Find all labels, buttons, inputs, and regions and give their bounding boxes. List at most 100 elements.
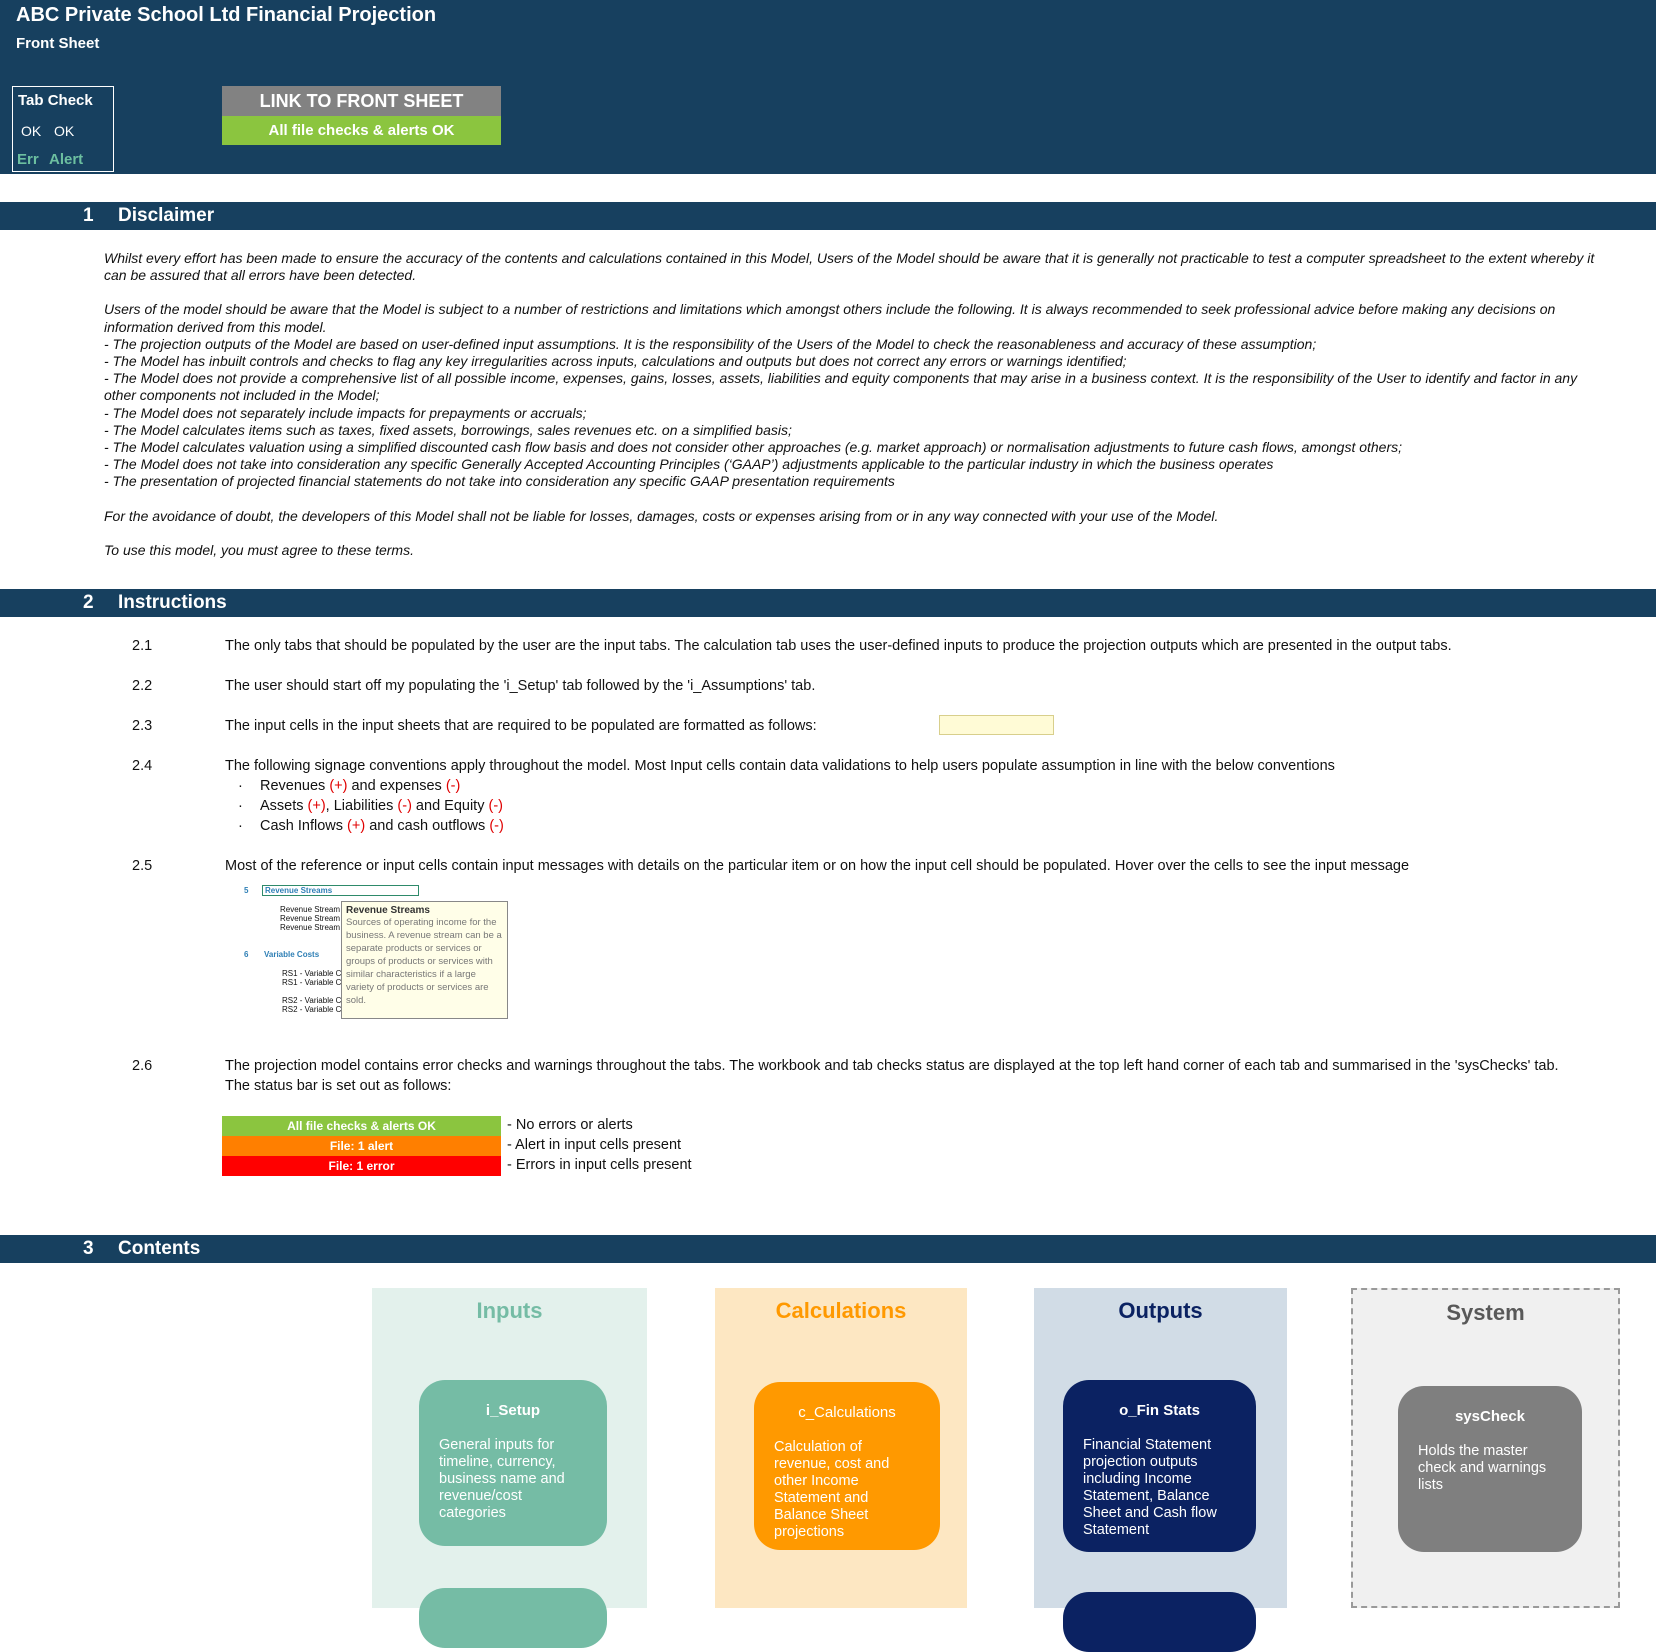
status-legend-ok: All file checks & alerts OK: [222, 1116, 501, 1136]
section-header-contents: 3 Contents: [0, 1235, 1656, 1263]
instruction-text: The following signage conventions apply …: [225, 758, 1335, 774]
convention-item: · Assets (+), Liabilities (-) and Equity …: [238, 798, 503, 814]
cell-label: RS1 - Variable C: [282, 969, 342, 978]
card-description: Financial Statement projection outputs i…: [1083, 1437, 1217, 1538]
disclaimer-bullet: - The Model does not take into considera…: [104, 456, 1274, 473]
input-cell-format-sample[interactable]: [939, 715, 1054, 735]
card-syscheck[interactable]: sysCheck Holds the master check and warn…: [1398, 1386, 1582, 1552]
sign-negative: (-): [397, 798, 412, 814]
instruction-text: The user should start off my populating …: [225, 678, 816, 694]
card-o-fin-stats[interactable]: o_Fin Stats Financial Statement projecti…: [1063, 1380, 1256, 1552]
status-legend-desc: - Alert in input cells present: [507, 1137, 682, 1153]
row-number: 6: [244, 950, 249, 959]
section-label: Contents: [118, 1238, 201, 1259]
instruction-text: Most of the reference or input cells con…: [225, 858, 1410, 874]
section-header-disclaimer: 1 Disclaimer: [0, 202, 1656, 230]
card-title: i_Setup: [485, 1402, 541, 1419]
section-number: 1: [83, 205, 94, 226]
convention-text: and expenses: [347, 778, 446, 794]
instruction-number: 2.2: [132, 678, 153, 694]
instruction-text: The projection model contains error chec…: [225, 1058, 1559, 1074]
cell-label: RS1 - Variable C: [282, 978, 342, 987]
card-c-calculations[interactable]: c_Calculations Calculation of revenue, c…: [754, 1382, 940, 1550]
bullet-dot: ·: [238, 778, 243, 794]
tab-check-ok-1: OK: [21, 123, 42, 139]
tab-check-ok-2: OK: [54, 123, 75, 139]
disclaimer-bullet: - The Model does not separately include …: [104, 404, 587, 421]
tab-check-alert: Alert: [49, 151, 84, 168]
card-description: General inputs for timeline, currency, b…: [439, 1437, 565, 1521]
instruction-number: 2.4: [132, 758, 153, 774]
disclaimer-paragraph-4: To use this model, you must agree to the…: [104, 541, 414, 558]
panel-title: System: [1446, 1300, 1525, 1325]
instruction-text: The only tabs that should be populated b…: [225, 638, 1452, 654]
convention-text: Revenues: [260, 778, 330, 794]
contents-panel-system: System sysCheck Holds the master check a…: [1351, 1288, 1620, 1608]
bullet-dot: ·: [238, 798, 243, 814]
section-number: 2: [83, 592, 94, 613]
disclaimer-bullet: - The Model has inbuilt controls and che…: [104, 353, 1127, 370]
disclaimer-bullet: - The Model does not provide a comprehen…: [104, 370, 1578, 404]
convention-item: · Cash Inflows (+) and cash outflows (-): [238, 818, 504, 834]
instruction-text: The status bar is set out as follows:: [225, 1078, 452, 1094]
instruction-number: 2.3: [132, 718, 153, 734]
page-title: ABC Private School Ltd Financial Project…: [16, 4, 437, 26]
sign-negative: (-): [445, 778, 461, 794]
file-status-bar: All file checks & alerts OK: [222, 116, 501, 145]
cell-label: Revenue Streams: [265, 886, 333, 895]
tab-check-err: Err: [17, 151, 39, 168]
section-number: 3: [83, 1238, 94, 1259]
instruction-text: The input cells in the input sheets that…: [225, 718, 817, 734]
disclaimer-bullet: - The Model calculates items such as tax…: [104, 421, 792, 438]
instruction-number: 2.5: [132, 858, 153, 874]
cell-label: RS2 - Variable C: [282, 1005, 342, 1014]
input-message-illustration: 5 Revenue Streams Revenue Stream Revenue…: [240, 885, 520, 1020]
disclaimer-bullet: - The Model calculates valuation using a…: [104, 439, 1403, 456]
panel-title: Calculations: [775, 1298, 907, 1323]
disclaimer-text: Whilst every effort has been made to ens…: [104, 250, 1604, 576]
disclaimer-bullet: - The projection outputs of the Model ar…: [104, 335, 1317, 352]
card-description: Holds the master check and warnings list…: [1418, 1443, 1547, 1493]
card-next-output[interactable]: [1063, 1592, 1256, 1652]
instruction-number: 2.1: [132, 638, 153, 654]
sign-positive: (+): [347, 818, 366, 834]
cell-label: Revenue Stream: [280, 914, 341, 923]
bullet-dot: ·: [238, 818, 243, 834]
cell-label: RS2 - Variable C: [282, 996, 342, 1005]
section-label: Instructions: [118, 592, 227, 613]
card-description: Calculation of revenue, cost and other I…: [774, 1439, 890, 1540]
convention-text: and Equity: [411, 798, 489, 814]
contents-panel-inputs: Inputs i_Setup General inputs for timeli…: [372, 1288, 647, 1648]
card-title: sysCheck: [1454, 1408, 1526, 1425]
cell-label: Revenue Stream: [280, 923, 341, 932]
section-header-instructions: 2 Instructions: [0, 589, 1656, 617]
input-message-tooltip: Revenue Streams Sources of operating inc…: [341, 901, 508, 1019]
disclaimer-paragraph-1: Whilst every effort has been made to ens…: [104, 250, 1595, 284]
panel-title: Outputs: [1118, 1298, 1203, 1323]
sign-negative: (-): [488, 798, 503, 814]
sign-negative: (-): [489, 818, 504, 834]
sign-positive: (+): [307, 798, 326, 814]
cell-label: Revenue Stream: [280, 905, 341, 914]
cell-label: Variable Costs: [264, 950, 320, 959]
link-to-front-sheet-button[interactable]: LINK TO FRONT SHEET: [222, 86, 501, 116]
panel-title: Inputs: [476, 1298, 543, 1323]
convention-text: Cash Inflows: [260, 818, 348, 834]
contents-panel-outputs: Outputs o_Fin Stats Financial Statement …: [1034, 1288, 1287, 1652]
status-legend-desc: - Errors in input cells present: [507, 1157, 692, 1173]
card-next-input[interactable]: [419, 1588, 607, 1648]
disclaimer-paragraph-3: For the avoidance of doubt, the develope…: [104, 507, 1219, 524]
tab-check-box: Tab Check OK OK Err Alert: [12, 86, 114, 172]
card-title: o_Fin Stats: [1119, 1402, 1200, 1419]
tooltip-title: Revenue Streams: [346, 905, 430, 916]
contents-panel-calculations: Calculations c_Calculations Calculation …: [715, 1288, 967, 1608]
convention-text: , Liabilities: [325, 798, 398, 814]
convention-text: Assets: [260, 798, 308, 814]
convention-text: and cash outflows: [365, 818, 490, 834]
row-number: 5: [244, 886, 249, 895]
card-i-setup[interactable]: i_Setup General inputs for timeline, cur…: [419, 1380, 607, 1546]
instruction-number: 2.6: [132, 1058, 153, 1074]
disclaimer-bullet: - The presentation of projected financia…: [104, 473, 895, 490]
tab-check-label: Tab Check: [18, 92, 93, 109]
sign-positive: (+): [329, 778, 348, 794]
